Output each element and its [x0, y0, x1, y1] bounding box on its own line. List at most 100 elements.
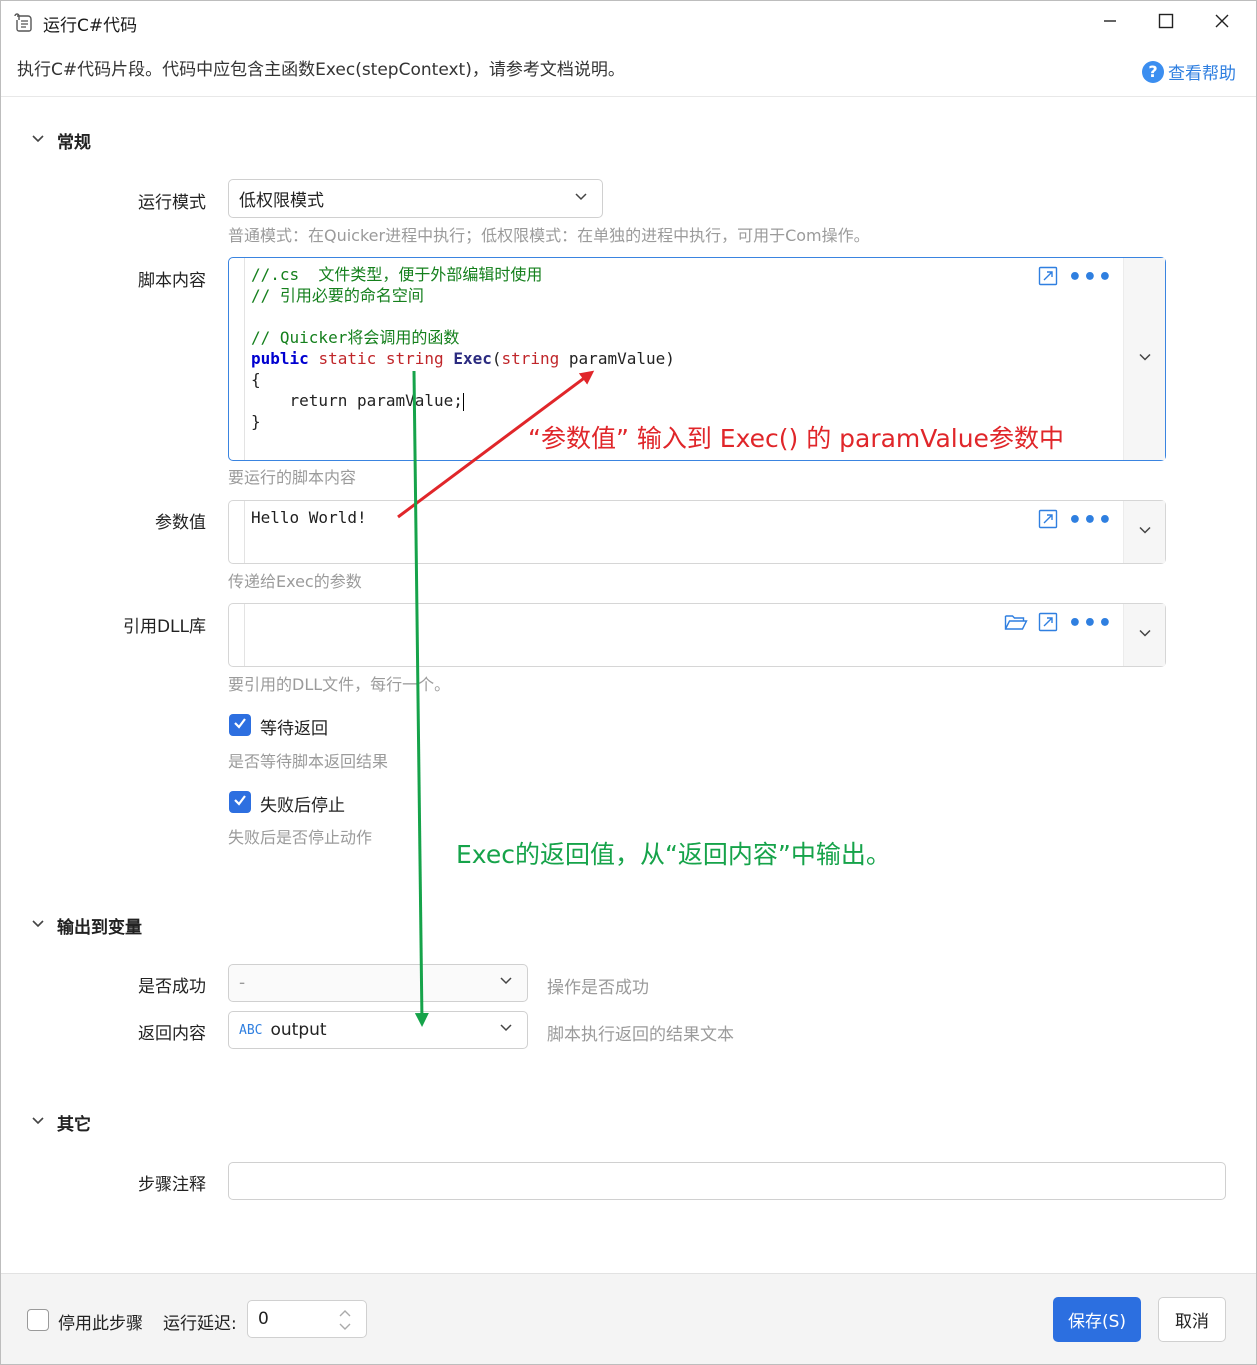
code-line: // Quicker将会调用的函数	[251, 328, 460, 347]
dll-tools: •••	[1004, 612, 1113, 636]
green-arrow	[412, 370, 429, 1027]
run-mode-label: 运行模式	[138, 193, 206, 213]
close-button[interactable]	[1194, 1, 1250, 45]
chevron-down-icon[interactable]	[1138, 626, 1152, 645]
script-label: 脚本内容	[138, 271, 206, 291]
code-token: string	[501, 349, 560, 368]
minimize-icon	[1102, 13, 1118, 33]
chevron-down-icon	[31, 1113, 45, 1133]
code-token: string	[385, 349, 444, 368]
dll-side-panel	[1123, 604, 1165, 666]
open-external-icon[interactable]	[1038, 612, 1058, 636]
run-mode-value: 低权限模式	[239, 191, 324, 211]
disable-step-label[interactable]: 停用此步骤	[58, 1309, 143, 1334]
return-var-label: 返回内容	[138, 1024, 206, 1044]
stop-on-fail-hint: 失败后是否停止动作	[228, 828, 373, 847]
chevron-down-icon	[31, 131, 45, 151]
param-editor[interactable]: Hello World! •••	[228, 500, 1166, 564]
dll-editor[interactable]: •••	[228, 603, 1166, 667]
return-var-select[interactable]: ABC output	[228, 1011, 528, 1049]
open-external-icon[interactable]	[1038, 509, 1058, 533]
chevron-down-icon	[499, 973, 513, 993]
stepper-arrows-icon[interactable]	[338, 1307, 352, 1337]
param-side-panel	[1123, 501, 1165, 563]
title-bar: 运行C#代码	[1, 1, 1256, 45]
minimize-button[interactable]	[1082, 1, 1138, 45]
success-var-value: -	[239, 973, 246, 993]
disable-step-checkbox[interactable]	[27, 1309, 49, 1331]
delay-stepper[interactable]: 0	[247, 1300, 367, 1338]
success-var-select[interactable]: -	[228, 964, 528, 1002]
section-output-header[interactable]: 输出到变量	[31, 913, 142, 938]
code-token: paramValue;	[347, 391, 463, 410]
section-other-title: 其它	[57, 1115, 91, 1135]
help-link[interactable]: ? 查看帮助	[1142, 59, 1236, 84]
chevron-down-icon	[31, 916, 45, 936]
dialog-window: 运行C#代码 执行C#代码片段。代码中应包含主函数Exec(stepContex…	[0, 0, 1257, 1365]
maximize-icon	[1158, 13, 1174, 33]
return-var-value: output	[270, 1020, 327, 1040]
delay-value: 0	[258, 1309, 269, 1329]
section-other-header[interactable]: 其它	[31, 1110, 91, 1135]
annotation-return-note: Exec的返回值，从“返回内容”中输出。	[456, 840, 891, 869]
editor-gutter	[229, 604, 245, 666]
text-type-icon: ABC	[239, 1022, 263, 1038]
annotation-param-note: “参数值” 输入到 Exec() 的 paramValue参数中	[528, 424, 1064, 453]
code-token: return	[251, 391, 348, 410]
open-external-icon[interactable]	[1038, 266, 1058, 290]
folder-open-icon[interactable]	[1004, 612, 1028, 636]
run-mode-select[interactable]: 低权限模式	[228, 179, 603, 218]
close-icon	[1214, 13, 1230, 33]
window-title: 运行C#代码	[43, 16, 138, 36]
param-hint: 传递给Exec的参数	[228, 572, 362, 591]
run-mode-hint: 普通模式：在Quicker进程中执行；低权限模式：在单独的进程中执行，可用于Co…	[228, 226, 870, 245]
more-icon[interactable]: •••	[1068, 613, 1113, 635]
param-value[interactable]: Hello World!	[251, 507, 367, 528]
success-var-hint: 操作是否成功	[547, 978, 649, 998]
param-tools: •••	[1038, 509, 1113, 533]
code-token: Exec	[453, 349, 492, 368]
checkmark-icon	[232, 715, 248, 735]
code-line: }	[251, 412, 261, 431]
code-token: public	[251, 349, 309, 368]
description-bar: 执行C#代码片段。代码中应包含主函数Exec(stepContext)，请参考文…	[1, 45, 1256, 97]
step-note-input[interactable]	[228, 1162, 1226, 1200]
code-token: static	[318, 349, 377, 368]
section-general-header[interactable]: 常规	[31, 128, 91, 153]
dll-hint: 要引用的DLL文件，每行一个。	[228, 675, 451, 694]
footer-bar: 停用此步骤 运行延迟: 0 保存(S) 取消	[1, 1273, 1256, 1364]
description-text: 执行C#代码片段。代码中应包含主函数Exec(stepContext)，请参考文…	[17, 60, 625, 80]
chevron-down-icon	[574, 189, 588, 209]
chevron-down-icon[interactable]	[1138, 350, 1152, 369]
section-output-title: 输出到变量	[57, 918, 142, 938]
step-note-label: 步骤注释	[138, 1175, 206, 1195]
script-code[interactable]: //.cs 文件类型，便于外部编辑时使用 // 引用必要的命名空间 // Qui…	[251, 264, 675, 432]
save-button[interactable]: 保存(S)	[1053, 1297, 1141, 1342]
checkmark-icon	[232, 792, 248, 812]
editor-gutter	[229, 258, 245, 460]
chevron-down-icon	[499, 1020, 513, 1040]
more-icon[interactable]: •••	[1068, 267, 1113, 289]
delay-label: 运行延迟:	[163, 1314, 237, 1334]
editor-gutter	[229, 501, 245, 563]
text-cursor	[462, 392, 465, 411]
cancel-button[interactable]: 取消	[1158, 1297, 1226, 1342]
return-var-hint: 脚本执行返回的结果文本	[547, 1025, 734, 1045]
maximize-button[interactable]	[1138, 1, 1194, 45]
stop-on-fail-checkbox[interactable]	[229, 791, 251, 813]
wait-return-label[interactable]: 等待返回	[260, 714, 328, 739]
dll-label: 引用DLL库	[122, 617, 206, 637]
script-hint: 要运行的脚本内容	[228, 468, 357, 487]
success-var-label: 是否成功	[138, 977, 206, 997]
code-line: //.cs 文件类型，便于外部编辑时使用	[251, 265, 543, 284]
more-icon[interactable]: •••	[1068, 510, 1113, 532]
stop-on-fail-label[interactable]: 失败后停止	[260, 791, 345, 816]
help-icon: ?	[1142, 60, 1164, 83]
help-label: 查看帮助	[1168, 64, 1236, 84]
script-icon	[13, 12, 35, 34]
param-label: 参数值	[155, 513, 206, 533]
code-token: paramValue)	[559, 349, 675, 368]
wait-return-hint: 是否等待脚本返回结果	[228, 752, 389, 771]
wait-return-checkbox[interactable]	[229, 714, 251, 736]
chevron-down-icon[interactable]	[1138, 523, 1152, 542]
